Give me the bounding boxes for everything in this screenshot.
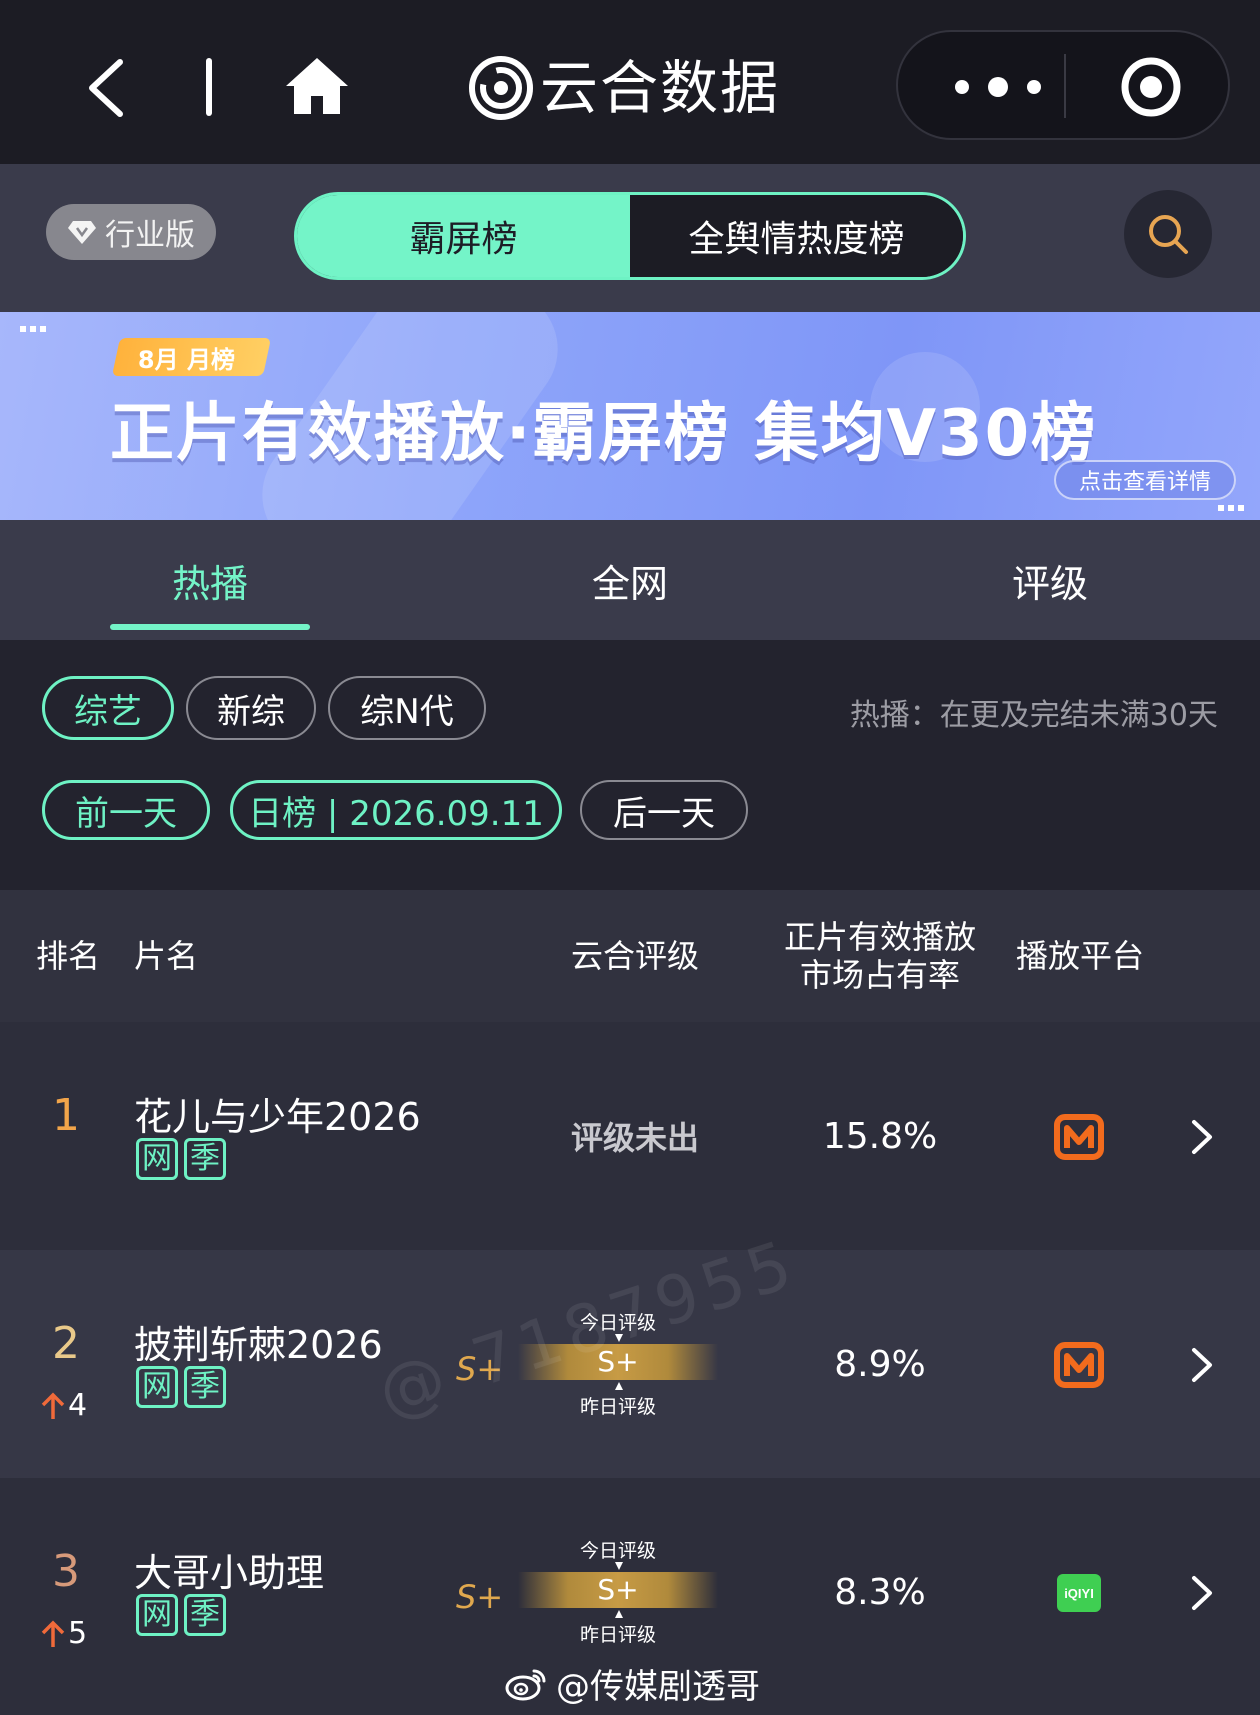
header-rank: 排名	[36, 936, 101, 975]
brand-name: 云合数据	[540, 54, 781, 122]
view-details-button[interactable]: 点击查看详情	[1054, 460, 1236, 500]
filter-hint-text: 热播：在更及完结未满30天	[849, 698, 1218, 733]
arrow-up-icon	[41, 1392, 65, 1419]
seg-tab-bapingbang[interactable]: 霸屏榜	[297, 195, 630, 277]
seg-tab-public-opinion[interactable]: 全舆情热度榜	[630, 195, 963, 277]
today-rating-label: 今日评级	[579, 1540, 656, 1562]
banner-dots-decoration	[20, 326, 46, 332]
tab-all-network[interactable]: 全网	[500, 520, 760, 640]
wechat-nav-bar: 云合数据	[0, 0, 1260, 164]
prev-day-button[interactable]: 前一天	[42, 780, 210, 840]
tab-hot[interactable]: 热播	[80, 520, 340, 640]
ranking-segmented-control: 霸屏榜 全舆情热度榜	[294, 192, 966, 280]
rating-bar: S+	[518, 1572, 718, 1608]
category-chip-new-variety[interactable]: 新综	[186, 676, 316, 740]
next-day-button[interactable]: 后一天	[580, 780, 748, 840]
rating-pointer	[615, 1382, 623, 1390]
header-share-line2: 市场占有率	[799, 956, 960, 994]
diamond-icon	[68, 221, 96, 244]
table-header: 排名 片名 云合评级 正片有效播放 市场占有率 播放平台	[0, 890, 1260, 1022]
rank-change-value: 5	[68, 1616, 88, 1651]
chevron-right-icon[interactable]	[1186, 1572, 1216, 1614]
chevron-right-icon[interactable]	[1186, 1116, 1216, 1158]
mango-tv-icon	[1054, 1342, 1104, 1388]
banner-tag-label: 8月 月榜	[138, 345, 236, 374]
header-platform: 播放平台	[1016, 936, 1145, 975]
network-badge: 网	[136, 1138, 178, 1180]
back-arrow-icon[interactable]	[80, 56, 130, 120]
tab-rating[interactable]: 评级	[920, 520, 1180, 640]
show-title: 花儿与少年2026	[134, 1095, 421, 1139]
brand: 云合数据	[468, 48, 780, 128]
active-tab-indicator	[110, 624, 310, 630]
rank-number: 3	[52, 1546, 80, 1597]
header-name: 片名	[134, 936, 199, 975]
show-title: 披荆斩棘2026	[134, 1323, 383, 1367]
search-icon	[1149, 215, 1188, 254]
rank-number: 2	[52, 1318, 80, 1369]
monthly-ranking-banner[interactable]: 8月 月榜 正片有效播放·霸屏榜 集均V30榜 点击查看详情	[0, 312, 1260, 520]
list-tab-bar: 热播 全网 评级	[0, 520, 1260, 640]
close-mini-program-icon[interactable]	[1120, 56, 1182, 118]
svg-text:iQIYI: iQIYI	[1064, 1586, 1094, 1601]
banner-title: 正片有效播放·霸屏榜 集均V30榜	[110, 397, 1098, 471]
header-share-line1: 正片有效播放	[783, 917, 976, 956]
season-badge: 季	[184, 1594, 226, 1636]
search-button[interactable]	[1124, 190, 1212, 278]
more-dots-icon[interactable]	[948, 72, 1048, 102]
rating-pointer	[615, 1610, 623, 1618]
rank-change: 5	[40, 1616, 87, 1651]
season-badge: 季	[184, 1366, 226, 1408]
credit-text: @传媒剧透哥	[556, 1666, 760, 1707]
market-share-value: 8.3%	[834, 1571, 926, 1613]
mango-tv-icon	[1054, 1114, 1104, 1160]
category-chip-variety[interactable]: 综艺	[42, 676, 174, 740]
previous-rating: S+	[456, 1578, 504, 1616]
category-chip-sequel-variety[interactable]: 综N代	[328, 676, 486, 740]
iqiyi-icon: iQIYI	[1057, 1574, 1101, 1612]
network-badge: 网	[136, 1366, 178, 1408]
yesterday-rating-label: 昨日评级	[579, 1396, 656, 1418]
show-badges: 网 季	[136, 1138, 226, 1180]
capsule-divider	[1064, 54, 1066, 118]
chevron-right-icon[interactable]	[1186, 1344, 1216, 1386]
rank-change-value: 4	[68, 1388, 88, 1423]
show-badges: 网 季	[136, 1366, 226, 1408]
arrow-up-icon	[41, 1620, 65, 1647]
market-share-value: 8.9%	[834, 1343, 926, 1385]
banner-month-tag: 8月 月榜	[111, 338, 272, 376]
mini-program-capsule	[896, 30, 1230, 140]
yunhe-logo-icon	[469, 56, 533, 120]
rating-widget: S+ 今日评级 S+ 昨日评级	[456, 1536, 726, 1648]
nav-divider	[206, 58, 212, 116]
show-badges: 网 季	[136, 1594, 226, 1636]
weibo-icon	[505, 1669, 546, 1701]
ranking-switch-bar: 行业版 霸屏榜 全舆情热度榜	[0, 164, 1260, 312]
header-rating: 云合评级	[570, 936, 699, 975]
date-picker-button[interactable]: 日榜 | 2026.09.11	[230, 780, 562, 840]
show-title: 大哥小助理	[134, 1551, 325, 1595]
home-icon[interactable]	[284, 56, 350, 116]
banner-dots-decoration	[1218, 505, 1244, 511]
network-badge: 网	[136, 1594, 178, 1636]
yesterday-rating-label: 昨日评级	[579, 1624, 656, 1646]
rating-pending: 评级未出	[570, 1119, 699, 1157]
header-market-share: 正片有效播放 市场占有率	[770, 890, 990, 1022]
table-row[interactable]: 1 花儿与少年2026 网 季 评级未出 15.8%	[0, 1022, 1260, 1250]
industry-edition-button[interactable]: 行业版	[46, 204, 216, 260]
rank-change: 4	[40, 1388, 87, 1423]
rating-pointer	[615, 1562, 623, 1570]
edition-label: 行业版	[105, 218, 195, 253]
season-badge: 季	[184, 1138, 226, 1180]
today-rating: S+	[597, 1573, 639, 1606]
rank-number: 1	[52, 1090, 80, 1141]
market-share-value: 15.8%	[822, 1115, 938, 1157]
filter-area: 综艺 新综 综N代 热播：在更及完结未满30天 前一天 日榜 | 2026.09…	[0, 640, 1260, 890]
weibo-credit: @传媒剧透哥	[504, 1660, 760, 1707]
